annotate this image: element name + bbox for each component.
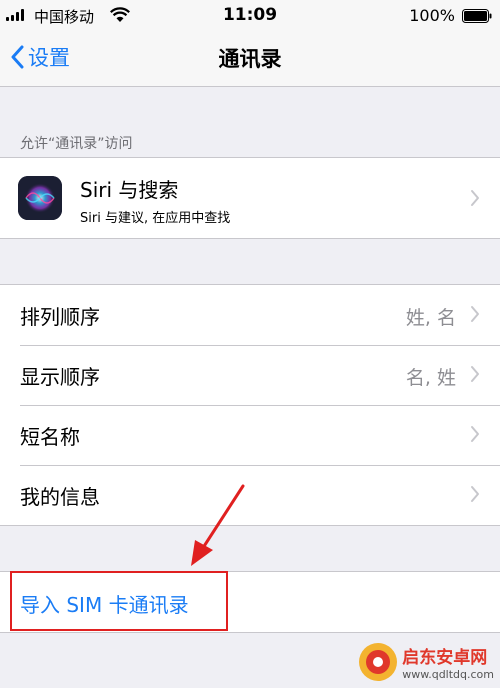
contacts-settings-list: 排列顺序 姓, 名 显示顺序 名, 姓 短名称 我的信息 (0, 284, 500, 526)
import-sim-contacts-button[interactable]: 导入 SIM 卡通讯录 (20, 589, 189, 618)
chevron-right-icon (471, 366, 479, 382)
siri-search-row[interactable]: Siri 与搜索 Siri 与建议, 在应用中查找 (0, 157, 500, 239)
annotation-arrow-icon (191, 484, 245, 566)
battery-icon (462, 9, 492, 23)
siri-icon (18, 176, 62, 220)
list-item-label: 排列顺序 (20, 305, 100, 329)
page-title: 通讯录 (218, 47, 282, 71)
siri-title: Siri 与搜索 (80, 178, 179, 202)
watermark-name: 启东安卓网 (402, 648, 488, 668)
chevron-right-icon (471, 306, 479, 322)
chevron-right-icon (471, 426, 479, 442)
list-item-display-order[interactable]: 显示顺序 名, 姓 (0, 345, 500, 405)
list-item-value: 姓, 名 (405, 307, 456, 329)
list-item-value: 名, 姓 (405, 367, 456, 389)
section-header-access: 允许“通讯录”访问 (20, 136, 133, 152)
list-item-label: 我的信息 (20, 485, 100, 509)
battery-percent: 100% (409, 6, 455, 25)
list-item-short-name[interactable]: 短名称 (0, 405, 500, 465)
watermark: 启东安卓网 www.qdltdq.com (358, 642, 494, 682)
list-item-sort-order[interactable]: 排列顺序 姓, 名 (0, 285, 500, 345)
list-item-label: 显示顺序 (20, 365, 100, 389)
chevron-right-icon (471, 486, 479, 502)
siri-subtitle: Siri 与建议, 在应用中查找 (80, 211, 231, 226)
list-item-label: 短名称 (20, 425, 80, 449)
watermark-logo-icon (359, 643, 398, 681)
chevron-right-icon (471, 190, 479, 206)
list-item-my-info[interactable]: 我的信息 (0, 465, 500, 525)
import-sim-row: 导入 SIM 卡通讯录 (0, 571, 500, 633)
navigation-bar: 设置 通讯录 (0, 34, 500, 87)
watermark-url: www.qdltdq.com (402, 668, 494, 681)
status-bar: 中国移动 11:09 100% (0, 0, 500, 34)
